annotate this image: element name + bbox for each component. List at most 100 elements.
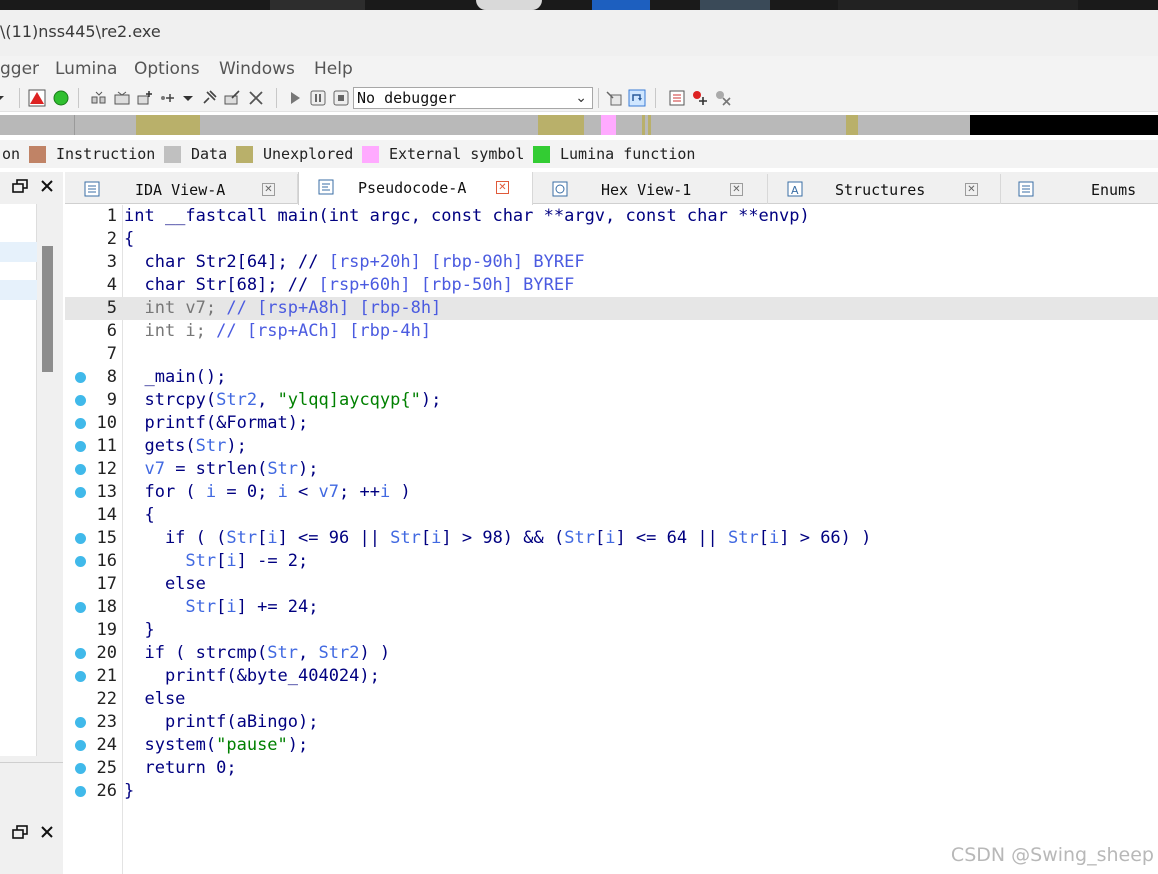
close-x-icon[interactable] (247, 89, 265, 107)
breakpoint-dot-icon[interactable] (75, 372, 86, 383)
breakpoint-dot-icon[interactable] (75, 441, 86, 452)
menu-windows[interactable]: Windows (219, 59, 295, 79)
step-into-icon[interactable] (605, 89, 623, 107)
scrollbar-thumb[interactable] (42, 246, 53, 372)
tab-close-icon[interactable]: ✕ (496, 181, 509, 194)
code-text[interactable]: printf(aBingo); (124, 712, 319, 732)
code-line[interactable]: 10 printf(&Format); (65, 412, 1158, 435)
close-panel-icon[interactable] (40, 825, 54, 839)
breakpoint-dot-icon[interactable] (75, 763, 86, 774)
tab-pseudocode-a[interactable]: Pseudocode-A ✕ (298, 172, 533, 205)
navigation-band[interactable] (0, 115, 1158, 135)
code-text[interactable]: strcpy(Str2, "ylqq]aycqyp{"); (124, 390, 441, 410)
code-text[interactable]: int __fastcall main(int argc, const char… (124, 206, 810, 226)
menu-debugger[interactable]: gger (0, 59, 39, 79)
code-text[interactable]: return 0; (124, 758, 236, 778)
code-line[interactable]: 17 else (65, 573, 1158, 596)
breakpoint-dot-icon[interactable] (75, 602, 86, 613)
menu-lumina[interactable]: Lumina (55, 59, 117, 79)
green-status-icon[interactable] (52, 89, 70, 107)
graph-nodes-icon[interactable] (90, 89, 108, 107)
list-item[interactable] (0, 280, 37, 300)
code-line[interactable]: 25 return 0; (65, 757, 1158, 780)
code-text[interactable]: else (124, 689, 185, 709)
code-text[interactable]: } (124, 620, 154, 640)
code-line[interactable]: 21 printf(&byte_404024); (65, 665, 1158, 688)
code-line[interactable]: 12 v7 = strlen(Str); (65, 458, 1158, 481)
breakpoint-dot-icon[interactable] (75, 648, 86, 659)
breakpoint-dot-icon[interactable] (75, 556, 86, 567)
dropdown-arrow-icon[interactable] (181, 89, 195, 107)
stop-icon[interactable] (332, 89, 350, 107)
warning-triangle-icon[interactable] (28, 89, 46, 107)
code-text[interactable]: gets(Str); (124, 436, 246, 456)
code-text[interactable]: Str[i] -= 2; (124, 551, 308, 571)
code-line[interactable]: 2{ (65, 228, 1158, 251)
code-line[interactable]: 13 for ( i = 0; i < v7; ++i ) (65, 481, 1158, 504)
tab-close-icon[interactable]: ✕ (965, 183, 978, 196)
code-line[interactable]: 9 strcpy(Str2, "ylqq]aycqyp{"); (65, 389, 1158, 412)
breakpoint-dot-icon[interactable] (75, 671, 86, 682)
code-line[interactable]: 24 system("pause"); (65, 734, 1158, 757)
code-text[interactable]: printf(&Format); (124, 413, 308, 433)
menu-help[interactable]: Help (314, 59, 353, 79)
code-line[interactable]: 22 else (65, 688, 1158, 711)
code-text[interactable]: if ( strcmp(Str, Str2) ) (124, 643, 390, 663)
breakpoint-dot-icon[interactable] (75, 740, 86, 751)
code-text[interactable]: _main(); (124, 367, 226, 387)
debugger-select[interactable]: No debugger ⌄ (353, 87, 593, 109)
functions-list[interactable] (0, 204, 37, 756)
breakpoint-dot-icon[interactable] (75, 464, 86, 475)
edit-node-icon[interactable] (223, 89, 241, 107)
code-line[interactable]: 19 } (65, 619, 1158, 642)
dropdown-arrow-icon[interactable] (0, 89, 6, 107)
code-text[interactable]: int v7; // [rsp+A8h] [rbp-8h] (124, 298, 441, 318)
code-text[interactable]: int i; // [rsp+ACh] [rbp-4h] (124, 321, 431, 341)
restore-window-icon[interactable] (12, 825, 28, 839)
delete-breakpoint-icon[interactable] (714, 89, 732, 107)
add-item-icon[interactable] (159, 89, 177, 107)
code-text[interactable]: Str[i] += 24; (124, 597, 318, 617)
code-line[interactable]: 6 int i; // [rsp+ACh] [rbp-4h] (65, 320, 1158, 343)
code-line[interactable]: 14 { (65, 504, 1158, 527)
restore-window-icon[interactable] (12, 179, 28, 193)
code-line[interactable]: 23 printf(aBingo); (65, 711, 1158, 734)
code-line[interactable]: 5 int v7; // [rsp+A8h] [rbp-8h] (65, 297, 1158, 320)
list-item[interactable] (0, 242, 37, 262)
pin-icon[interactable] (200, 89, 218, 107)
step-over-icon[interactable] (628, 89, 646, 107)
code-line[interactable]: 4 char Str[68]; // [rsp+60h] [rbp-50h] B… (65, 274, 1158, 297)
breakpoint-dot-icon[interactable] (75, 487, 86, 498)
tab-close-icon[interactable]: ✕ (730, 183, 743, 196)
play-icon[interactable] (286, 89, 304, 107)
pause-icon[interactable] (309, 89, 327, 107)
code-line[interactable]: 18 Str[i] += 24; (65, 596, 1158, 619)
code-text[interactable]: { (124, 505, 154, 525)
tab-enums[interactable]: Enums (1001, 174, 1158, 204)
code-line[interactable]: 8 _main(); (65, 366, 1158, 389)
code-text[interactable]: char Str2[64]; // [rsp+20h] [rbp-90h] BY… (124, 252, 584, 272)
add-breakpoint-icon[interactable] (691, 89, 709, 107)
pseudocode-editor[interactable]: 1 int __fastcall main(int argc, const cha… (65, 205, 1158, 874)
tab-close-icon[interactable]: ✕ (262, 183, 275, 196)
breakpoint-dot-icon[interactable] (75, 786, 86, 797)
breakpoint-dot-icon[interactable] (75, 418, 86, 429)
tab-ida-view-a[interactable]: IDA View-A ✕ (65, 174, 298, 204)
breakpoint-dot-icon[interactable] (75, 717, 86, 728)
add-node-icon[interactable] (136, 89, 154, 107)
code-line[interactable]: 3 char Str2[64]; // [rsp+20h] [rbp-90h] … (65, 251, 1158, 274)
close-panel-icon[interactable] (40, 179, 54, 193)
code-text[interactable]: else (124, 574, 206, 594)
breakpoint-dot-icon[interactable] (75, 533, 86, 544)
code-text[interactable]: { (124, 229, 134, 249)
graph-overview-icon[interactable] (113, 89, 131, 107)
breakpoint-list-icon[interactable] (668, 89, 686, 107)
code-text[interactable]: v7 = strlen(Str); (124, 459, 318, 479)
code-text[interactable]: system("pause"); (124, 735, 308, 755)
code-text[interactable]: if ( (Str[i] <= 96 || Str[i] > 98) && (S… (124, 528, 871, 548)
code-line[interactable]: 15 if ( (Str[i] <= 96 || Str[i] > 98) &&… (65, 527, 1158, 550)
menu-options[interactable]: Options (134, 59, 200, 79)
tab-hex-view-1[interactable]: Hex View-1 ✕ (533, 174, 768, 204)
code-line[interactable]: 11 gets(Str); (65, 435, 1158, 458)
code-line[interactable]: 26} (65, 780, 1158, 803)
